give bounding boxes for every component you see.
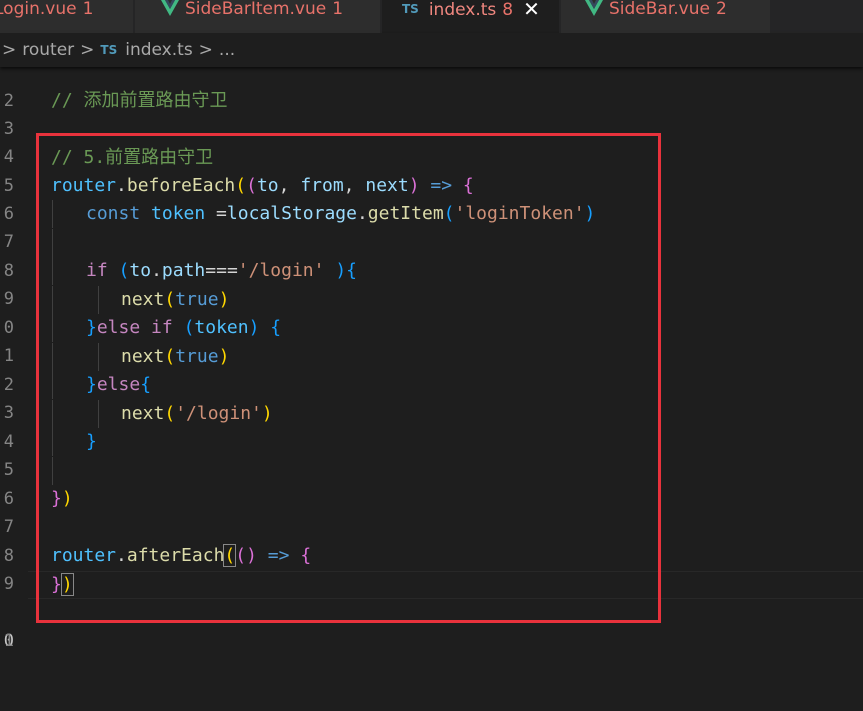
close-icon[interactable]: ✕ xyxy=(523,0,540,21)
code-line: 3 // 添加前置路由守卫 xyxy=(0,87,863,139)
problem-count: 2 xyxy=(715,0,727,19)
line-number: 1 xyxy=(3,631,14,651)
tab-index-ts[interactable]: TS index.ts 8 ✕ xyxy=(382,0,560,33)
highlight-annotation-box xyxy=(36,133,661,623)
vue-icon xyxy=(161,0,179,16)
typescript-icon: TS xyxy=(402,2,419,16)
chevron-right-icon: > xyxy=(80,40,95,60)
breadcrumb: > router > TS index.ts >... xyxy=(0,33,863,67)
breadcrumb-item-file[interactable]: index.ts xyxy=(125,40,192,60)
chevron-right-icon: > xyxy=(198,40,213,60)
tab-label: SideBarItem.vue xyxy=(185,0,327,19)
problem-count: 1 xyxy=(332,0,344,19)
editor-tab-bar: Login.vue 1 SideBarItem.vue 1 TS index.ts 8 ✕… xyxy=(0,0,863,33)
tab-sidebaritem-vue[interactable]: SideBarItem.vue 1 xyxy=(135,0,381,33)
tab-label: index.ts xyxy=(428,0,497,20)
tab-label: SideBar.vue xyxy=(609,0,710,19)
breadcrumb-item-router[interactable]: router xyxy=(22,40,74,60)
problem-count: 8 xyxy=(502,0,514,20)
tab-sidebar-vue[interactable]: SideBar.vue 2 xyxy=(561,0,771,33)
chevron-right-icon: > xyxy=(2,40,17,60)
typescript-icon: TS xyxy=(100,43,118,57)
tab-login-vue[interactable]: Login.vue 1 xyxy=(0,0,134,33)
vue-icon xyxy=(585,0,603,16)
tab-label: Login.vue xyxy=(0,0,77,19)
breadcrumb-item-symbol[interactable]: ... xyxy=(219,40,235,60)
code-comment: // 添加前置路由守卫 xyxy=(51,90,228,111)
problem-count: 1 xyxy=(82,0,94,19)
